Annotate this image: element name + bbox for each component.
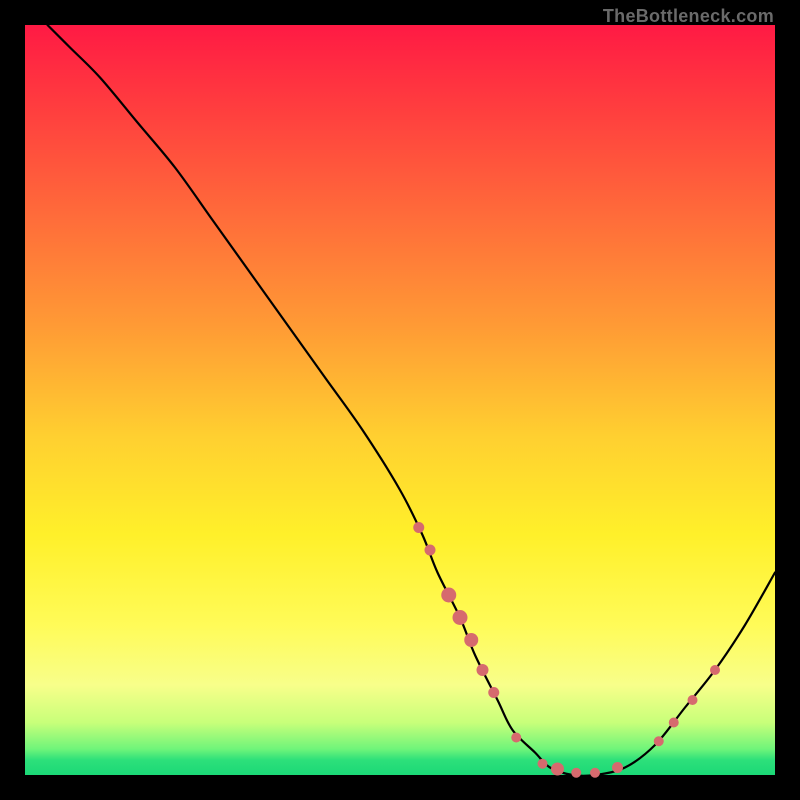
chart-interactive-region[interactable] <box>25 25 775 775</box>
chart-plot-area <box>25 25 775 775</box>
watermark-text: TheBottleneck.com <box>603 6 774 27</box>
